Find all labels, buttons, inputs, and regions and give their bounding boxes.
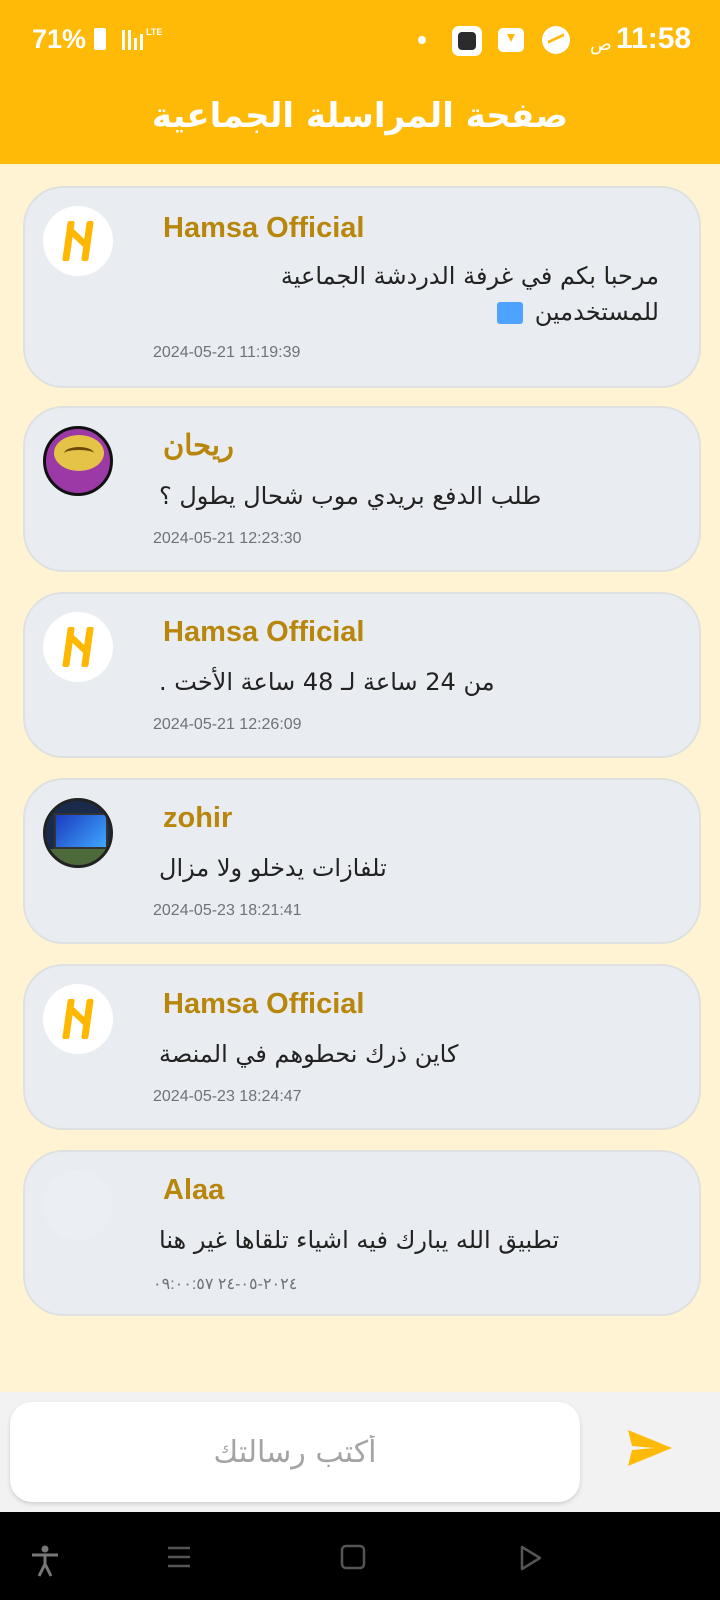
accessibility-icon[interactable] (28, 1544, 62, 1578)
message-text: طلب الدفع بريدي موب شحال يطول ؟ (159, 482, 542, 510)
network-type: LTE (146, 27, 163, 37)
emblem-icon (54, 435, 104, 471)
notification-dot-icon (418, 36, 426, 44)
avatar[interactable] (43, 612, 113, 682)
message-composer (0, 1392, 720, 1512)
chat-message[interactable]: Hamsa Official مرحبا بكم في غرفة الدردشة… (23, 186, 701, 388)
message-text: مرحبا بكم في غرفة الدردشة الجماعية للمست… (280, 262, 659, 326)
battery-icon (94, 28, 106, 50)
clock-ampm: ص (590, 34, 612, 55)
hamsa-logo-icon (62, 999, 94, 1039)
message-sender: ريحان (163, 430, 234, 462)
clock: 11:58 (616, 22, 692, 55)
message-text: تطبيق الله يبارك فيه اشياء تلقاها غير هن… (159, 1226, 560, 1254)
avatar[interactable] (43, 426, 113, 496)
back-icon[interactable] (516, 1544, 544, 1572)
status-bar: 71% LTE ص 11:58 (0, 0, 720, 82)
avatar[interactable] (43, 984, 113, 1054)
message-timestamp: 2024-05-23 18:24:47 (153, 1088, 302, 1105)
menu-icon[interactable] (166, 1544, 192, 1570)
message-timestamp: 2024-05-21 12:26:09 (153, 716, 302, 733)
message-sender: Hamsa Official (163, 212, 365, 244)
message-text: تلفازات يدخلو ولا مزال (159, 854, 387, 882)
chat-message[interactable]: Alaa تطبيق الله يبارك فيه اشياء تلقاها غ… (23, 1150, 701, 1316)
chat-message[interactable]: ريحان طلب الدفع بريدي موب شحال يطول ؟ 20… (23, 406, 701, 572)
page-title: صفحة المراسلة الجماعية (151, 96, 569, 136)
chat-message[interactable]: Hamsa Official من 24 ساعة لـ 48 ساعة الأ… (23, 592, 701, 758)
home-icon[interactable] (340, 1544, 366, 1570)
message-timestamp: 2024-05-21 11:19:39 (153, 344, 301, 361)
system-nav-bar (0, 1512, 720, 1600)
message-timestamp: ٢٠٢٤-٠٥-٢٤ ٠٩:٠٠:٥٧ (153, 1276, 298, 1293)
message-input[interactable] (10, 1402, 580, 1502)
download-icon (498, 28, 524, 52)
avatar[interactable] (43, 1170, 113, 1240)
message-text: كاين ذرك نحطوهم في المنصة (159, 1040, 459, 1068)
message-text-container: مرحبا بكم في غرفة الدردشة الجماعية للمست… (159, 258, 659, 330)
hamsa-logo-icon (62, 627, 94, 667)
tv-icon (54, 813, 108, 849)
messenger-icon (542, 26, 570, 54)
message-text: من 24 ساعة لـ 48 ساعة الأخت . (159, 668, 495, 696)
app-header: صفحة المراسلة الجماعية (0, 82, 720, 164)
signal-icon (122, 30, 143, 50)
chat-message-list[interactable]: Hamsa Official مرحبا بكم في غرفة الدردشة… (4, 164, 716, 1392)
battery-percent: 71% (32, 24, 87, 54)
send-icon (628, 1430, 672, 1466)
hamsa-logo-icon (62, 221, 94, 261)
chat-message[interactable]: zohir تلفازات يدخلو ولا مزال 2024-05-23 … (23, 778, 701, 944)
message-timestamp: 2024-05-21 12:23:30 (153, 530, 302, 547)
message-sender: Alaa (163, 1174, 225, 1206)
app-notification-icon (452, 26, 482, 56)
send-button[interactable] (622, 1420, 678, 1476)
avatar[interactable] (43, 206, 113, 276)
message-sender: zohir (163, 802, 233, 834)
pointing-hand-emoji-icon (497, 302, 524, 324)
avatar[interactable] (43, 798, 113, 868)
message-sender: Hamsa Official (163, 616, 365, 648)
message-timestamp: 2024-05-23 18:21:41 (153, 902, 302, 919)
chat-message[interactable]: Hamsa Official كاين ذرك نحطوهم في المنصة… (23, 964, 701, 1130)
message-sender: Hamsa Official (163, 988, 365, 1020)
